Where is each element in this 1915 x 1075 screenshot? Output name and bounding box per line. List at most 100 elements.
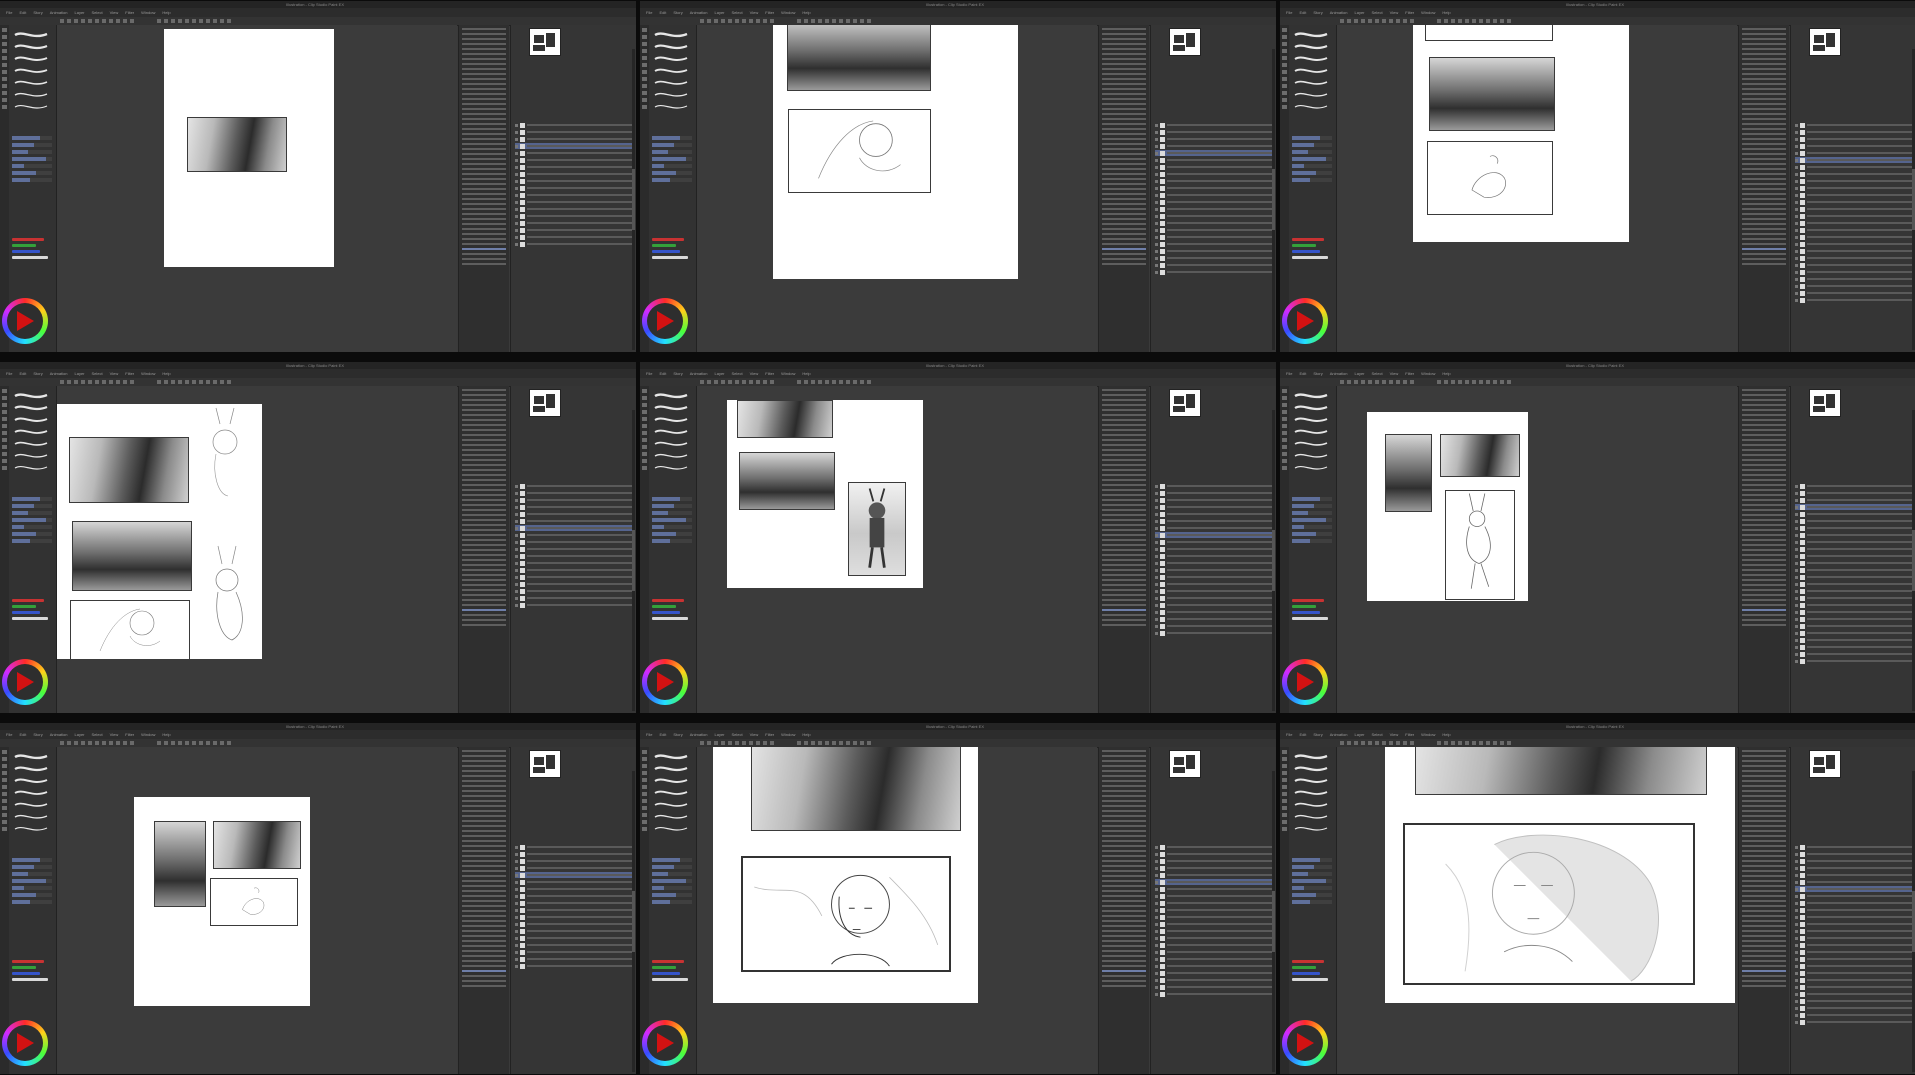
material-item[interactable]	[462, 133, 506, 135]
tool-button[interactable]	[1282, 792, 1287, 796]
material-item[interactable]	[1102, 855, 1146, 857]
tool-button[interactable]	[2, 77, 7, 81]
command-button[interactable]	[1361, 19, 1365, 23]
material-item[interactable]	[1102, 494, 1146, 496]
material-item[interactable]	[1742, 118, 1786, 120]
layer-row[interactable]	[1155, 504, 1272, 510]
command-button[interactable]	[1437, 741, 1441, 745]
brush-stroke-previews[interactable]	[1293, 29, 1329, 121]
property-slider[interactable]	[12, 150, 52, 154]
material-item[interactable]	[1102, 98, 1146, 100]
layer-row[interactable]	[1155, 122, 1272, 128]
material-item[interactable]	[1742, 419, 1786, 421]
menu-item-layer[interactable]: Layer	[75, 369, 85, 378]
property-slider[interactable]	[1292, 136, 1332, 140]
command-button[interactable]	[171, 19, 175, 23]
layer-scrollbar[interactable]	[1272, 410, 1275, 711]
command-button[interactable]	[67, 741, 71, 745]
material-item[interactable]	[462, 153, 506, 155]
material-item[interactable]	[1102, 885, 1146, 887]
material-item[interactable]	[1102, 248, 1146, 250]
material-item[interactable]	[1742, 519, 1786, 521]
material-item[interactable]	[462, 148, 506, 150]
material-item[interactable]	[462, 93, 506, 95]
navigator-thumbnail[interactable]	[529, 28, 561, 56]
material-item[interactable]	[462, 434, 506, 436]
tool-button[interactable]	[2, 750, 7, 754]
material-item[interactable]	[1102, 619, 1146, 621]
command-button[interactable]	[1389, 380, 1393, 384]
material-item[interactable]	[1742, 800, 1786, 802]
layer-row[interactable]	[1155, 227, 1272, 233]
material-item[interactable]	[462, 113, 506, 115]
material-item[interactable]	[462, 820, 506, 822]
material-item[interactable]	[1742, 228, 1786, 230]
tool-button[interactable]	[2, 84, 7, 88]
comic-panel[interactable]	[741, 856, 951, 972]
layer-row[interactable]	[1155, 532, 1272, 538]
eye-icon[interactable]	[515, 866, 518, 870]
color-slider[interactable]	[12, 250, 40, 253]
material-item[interactable]	[1102, 830, 1146, 832]
canvas-page[interactable]	[773, 25, 1018, 279]
layer-row[interactable]	[515, 907, 632, 913]
eye-icon[interactable]	[1795, 1020, 1798, 1024]
menu-item-edit[interactable]: Edit	[1299, 369, 1306, 378]
layer-row[interactable]	[515, 518, 632, 524]
property-slider[interactable]	[652, 150, 692, 154]
property-slider[interactable]	[12, 518, 52, 522]
eye-icon[interactable]	[1795, 172, 1798, 176]
layer-row[interactable]	[515, 567, 632, 573]
layer-row[interactable]	[1155, 511, 1272, 517]
material-item[interactable]	[1742, 810, 1786, 812]
command-button[interactable]	[797, 19, 801, 23]
material-item[interactable]	[1742, 624, 1786, 626]
material-item[interactable]	[1742, 835, 1786, 837]
layer-row[interactable]	[1155, 178, 1272, 184]
layer-row[interactable]	[1795, 227, 1912, 233]
tool-button[interactable]	[1282, 91, 1287, 95]
eye-icon[interactable]	[1155, 228, 1158, 232]
eye-icon[interactable]	[1155, 936, 1158, 940]
material-item[interactable]	[1742, 785, 1786, 787]
material-item[interactable]	[1102, 454, 1146, 456]
tool-button[interactable]	[642, 105, 647, 109]
material-item[interactable]	[1742, 970, 1786, 972]
layer-row[interactable]	[1795, 546, 1912, 552]
command-button[interactable]	[1396, 380, 1400, 384]
command-button[interactable]	[74, 741, 78, 745]
command-button[interactable]	[728, 380, 732, 384]
eye-icon[interactable]	[1155, 866, 1158, 870]
scrollbar-thumb[interactable]	[632, 169, 635, 230]
material-item[interactable]	[462, 760, 506, 762]
color-wheel-icon[interactable]	[1282, 1020, 1328, 1066]
material-item[interactable]	[1742, 243, 1786, 245]
material-item[interactable]	[1102, 173, 1146, 175]
command-button[interactable]	[227, 741, 231, 745]
property-slider[interactable]	[1292, 171, 1332, 175]
layer-row[interactable]	[1155, 269, 1272, 275]
tool-button[interactable]	[2, 396, 7, 400]
eye-icon[interactable]	[1795, 624, 1798, 628]
menu-item-help[interactable]: Help	[802, 369, 810, 378]
command-button[interactable]	[707, 741, 711, 745]
command-button[interactable]	[763, 380, 767, 384]
layer-row[interactable]	[1795, 865, 1912, 871]
layer-row[interactable]	[515, 129, 632, 135]
material-item[interactable]	[1102, 389, 1146, 391]
eye-icon[interactable]	[515, 158, 518, 162]
menu-item-animation[interactable]: Animation	[50, 369, 68, 378]
material-item[interactable]	[1102, 519, 1146, 521]
layer-row[interactable]	[515, 213, 632, 219]
material-item[interactable]	[1742, 975, 1786, 977]
material-item[interactable]	[1742, 53, 1786, 55]
eye-icon[interactable]	[1795, 845, 1798, 849]
layer-row[interactable]	[515, 858, 632, 864]
material-item[interactable]	[1102, 820, 1146, 822]
command-button[interactable]	[1382, 741, 1386, 745]
material-item[interactable]	[462, 855, 506, 857]
command-button[interactable]	[846, 19, 850, 23]
tool-button[interactable]	[642, 396, 647, 400]
material-item[interactable]	[1102, 464, 1146, 466]
canvas-area[interactable]	[57, 25, 457, 352]
